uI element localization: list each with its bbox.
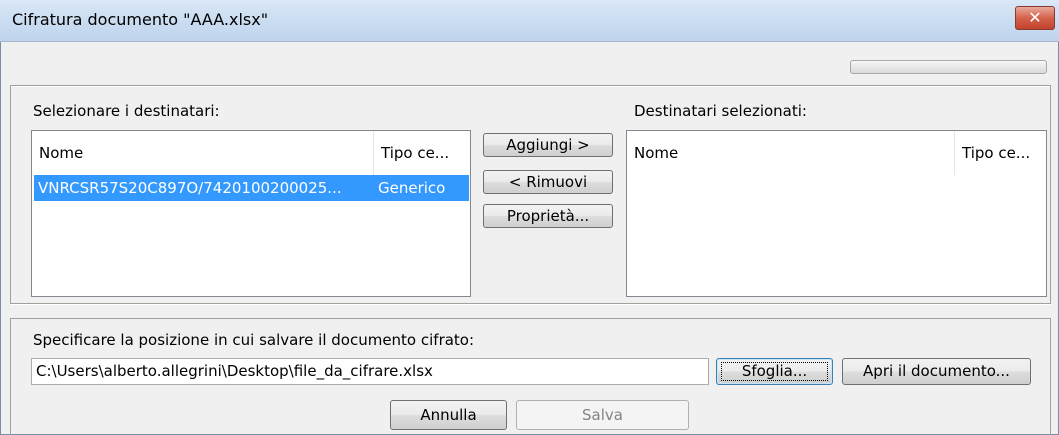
group-top-divider-highlight: [10, 86, 1050, 87]
cancel-button-label: Annulla: [420, 406, 477, 424]
recipient-row[interactable]: VNRCSR57S20C897O/7420100200025... Generi…: [34, 175, 469, 201]
browse-focus-rectangle: [721, 362, 828, 381]
properties-button-label: Proprietà...: [506, 207, 590, 225]
cancel-button[interactable]: Annulla: [390, 400, 507, 430]
recipients-label: Selezionare i destinatari:: [33, 102, 220, 120]
lower-group-top-divider: [10, 318, 1051, 319]
save-button[interactable]: Salva: [516, 400, 689, 430]
recipient-type-cell: Generico: [378, 179, 446, 197]
add-button-label: Aggiungi >: [506, 136, 590, 154]
recipient-name-cell: VNRCSR57S20C897O/7420100200025...: [38, 179, 342, 197]
remove-button[interactable]: < Rimuovi: [483, 170, 613, 194]
save-path-input[interactable]: C:\Users\alberto.allegrini\Desktop\file_…: [31, 358, 709, 385]
recipients-list[interactable]: Nome Tipo ce... VNRCSR57S20C897O/7420100…: [31, 130, 471, 297]
close-icon: ✕: [1028, 8, 1042, 27]
save-location-label: Specificare la posizione in cui salvare …: [33, 331, 475, 349]
column-header-name[interactable]: Nome: [32, 131, 372, 175]
lower-group-right-border: [1050, 318, 1051, 435]
lower-group-left-border: [10, 318, 11, 435]
selected-recipients-label: Destinatari selezionati:: [634, 102, 807, 120]
group-left-border: [10, 85, 11, 303]
title-bar[interactable]: Cifratura documento "AAA.xlsx" ✕: [0, 0, 1059, 42]
open-document-button-label: Apri il documento...: [863, 362, 1010, 380]
selected-column-header-type[interactable]: Tipo ce...: [955, 131, 1046, 175]
open-document-button[interactable]: Apri il documento...: [842, 358, 1031, 385]
selected-column-header-name[interactable]: Nome: [627, 131, 953, 175]
progress-bar: [850, 60, 1047, 74]
group-middle-divider-highlight: [10, 304, 1051, 305]
group-right-border: [1050, 85, 1051, 303]
column-header-type[interactable]: Tipo ce...: [374, 131, 470, 175]
add-button[interactable]: Aggiungi >: [483, 133, 613, 157]
selected-recipients-list[interactable]: Nome Tipo ce...: [626, 130, 1047, 297]
window-title: Cifratura documento "AAA.xlsx": [12, 10, 269, 29]
browse-button[interactable]: Sfoglia...: [716, 358, 833, 385]
save-button-label: Salva: [582, 406, 623, 424]
properties-button[interactable]: Proprietà...: [483, 204, 613, 228]
remove-button-label: < Rimuovi: [508, 173, 588, 191]
close-button[interactable]: ✕: [1015, 6, 1055, 30]
